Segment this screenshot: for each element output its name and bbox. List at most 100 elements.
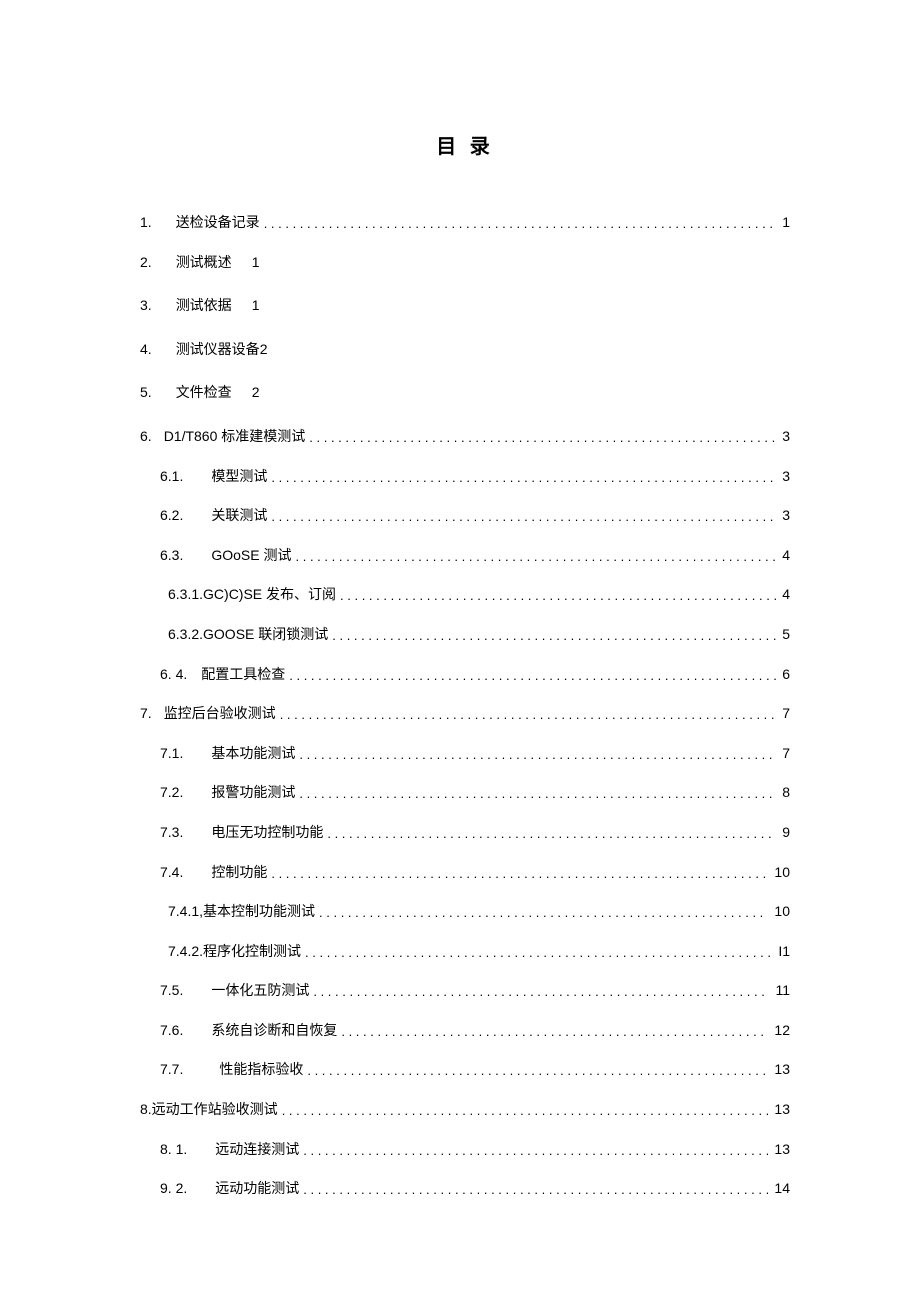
toc-dot-leader <box>299 784 776 804</box>
toc-entry: 7.7. 性能指标验收13 <box>140 1060 790 1080</box>
toc-entry-page: 13 <box>772 1100 790 1120</box>
toc-entry-number: 7.1. <box>160 744 211 764</box>
toc-entry-label: 6.3.1.GC)C)SE 发布、订阅 <box>168 585 336 605</box>
toc-dot-leader <box>319 903 768 923</box>
toc-entry-number: 2. <box>140 253 176 273</box>
toc-entry-page: 3 <box>780 427 790 447</box>
toc-entry-page: 13 <box>772 1060 790 1080</box>
toc-entry-page: 10 <box>772 902 790 922</box>
toc-entry-page: 3 <box>780 506 790 526</box>
toc-entry: 7.4.1,基本控制功能测试 10 <box>140 902 790 922</box>
toc-entry: 8.远动工作站验收测试 13 <box>140 1100 790 1120</box>
toc-entry-number: 7. <box>140 704 164 724</box>
toc-entry-label: 7.4.1,基本控制功能测试 <box>168 902 315 922</box>
toc-entry-page: 4 <box>780 585 790 605</box>
toc-dot-leader <box>309 428 776 448</box>
toc-dot-leader <box>299 745 776 765</box>
toc-entry: 6.2.关联测试 3 <box>140 506 790 526</box>
toc-dot-leader <box>341 1022 768 1042</box>
toc-entry-label: D1/T860 标准建模测试 <box>164 427 306 447</box>
toc-entry: 5.文件检查2 <box>140 383 790 403</box>
toc-entry-page: 6 <box>780 665 790 685</box>
toc-entry: 6.3.1.GC)C)SE 发布、订阅 4 <box>140 585 790 605</box>
toc-entry-number: 7.2. <box>160 783 211 803</box>
toc-entry-page: 3 <box>780 467 790 487</box>
toc-entry-label: 远动连接测试 <box>215 1140 299 1160</box>
toc-entry-label: 监控后台验收测试 <box>164 704 276 724</box>
toc-title: 目 录 <box>140 130 790 159</box>
toc-entry: 3.测试依据1 <box>140 296 790 316</box>
toc-entry-number: 9. 2. <box>160 1179 215 1199</box>
toc-dot-leader <box>271 507 776 527</box>
toc-entry-page: 12 <box>772 1021 790 1041</box>
toc-entry-label: 报警功能测试 <box>211 783 295 803</box>
toc-dot-leader <box>280 705 777 725</box>
toc-entry-number: 7.5. <box>160 981 211 1001</box>
toc-entry-number: 7.3. <box>160 823 211 843</box>
toc-entry-page: 7 <box>780 704 790 724</box>
toc-entry-label: 测试仪器设备 <box>176 340 260 360</box>
toc-entry-label: 电压无功控制功能 <box>211 823 323 843</box>
toc-dot-leader <box>303 1180 768 1200</box>
toc-entry: 7.2.报警功能测试 8 <box>140 783 790 803</box>
toc-entry-label: 关联测试 <box>211 506 267 526</box>
toc-entry: 9. 2.远动功能测试 14 <box>140 1179 790 1199</box>
toc-entry-page: 5 <box>780 625 790 645</box>
toc-entry-label: 一体化五防测试 <box>211 981 309 1001</box>
toc-entry: 7.3.电压无功控制功能 9 <box>140 823 790 843</box>
toc-entry: 7.5.一体化五防测试 11 <box>140 981 790 1001</box>
toc-entry-page: 1 <box>252 296 260 316</box>
toc-entry-number: 3. <box>140 296 176 316</box>
toc-dot-leader <box>271 864 768 884</box>
toc-entry: 8. 1.远动连接测试13 <box>140 1140 790 1160</box>
toc-entry-page: 10 <box>772 863 790 883</box>
toc-entry-label: 系统自诊断和自恢复 <box>211 1021 337 1041</box>
toc-entry-number: 6.3. <box>160 546 211 566</box>
toc-entry-page: 7 <box>780 744 790 764</box>
toc-entry: 4.测试仪器设备2 <box>140 340 790 360</box>
toc-entry: 7.监控后台验收测试 7 <box>140 704 790 724</box>
toc-entry-label: 8.远动工作站验收测试 <box>140 1100 278 1120</box>
toc-entry-number: 7.4. <box>160 863 211 883</box>
toc-entry-page: 1 <box>252 253 260 273</box>
toc-entry-number: 7.6. <box>160 1021 211 1041</box>
toc-entry-label: 配置工具检查 <box>201 665 285 685</box>
toc-entry-page: 8 <box>780 783 790 803</box>
toc-entry: 6.3.GOoSE 测试4 <box>140 546 790 566</box>
toc-entry-label: 模型测试 <box>211 467 267 487</box>
toc-entry: 6.1.模型测试3 <box>140 467 790 487</box>
toc-entry-page: 14 <box>772 1179 790 1199</box>
toc-entry-label: 测试概述 <box>176 253 232 273</box>
toc-entry-page: 13 <box>772 1140 790 1160</box>
table-of-contents: 1.送检设备记录12.测试概述13.测试依据14.测试仪器设备25.文件检查26… <box>140 213 790 1199</box>
toc-entry-number: 7.7. <box>160 1060 211 1080</box>
toc-dot-leader <box>332 626 776 646</box>
toc-entry: 6.3.2.GOOSE 联闭锁测试 5 <box>140 625 790 645</box>
toc-entry-number: 6. <box>140 427 164 447</box>
toc-entry-page: 1 <box>780 213 790 233</box>
toc-entry-number: 6.2. <box>160 506 211 526</box>
toc-entry: 7.1.基本功能测试7 <box>140 744 790 764</box>
toc-entry-label: 送检设备记录 <box>176 213 260 233</box>
toc-entry-number: 1. <box>140 213 176 233</box>
toc-dot-leader <box>303 1141 768 1161</box>
toc-entry-page: 9 <box>780 823 790 843</box>
toc-entry-page: 2 <box>252 383 260 403</box>
toc-entry-label: 文件检查 <box>176 383 232 403</box>
toc-entry-page: 11 <box>773 981 790 1001</box>
toc-entry: 6. 4.配置工具检查6 <box>140 665 790 685</box>
toc-entry: 7.4.控制功能 10 <box>140 863 790 883</box>
toc-entry: 1.送检设备记录 1 <box>140 213 790 233</box>
toc-entry-label: GOoSE 测试 <box>211 546 291 566</box>
toc-entry-label: 6.3.2.GOOSE 联闭锁测试 <box>168 625 328 645</box>
toc-dot-leader <box>282 1101 769 1121</box>
toc-dot-leader <box>264 214 777 234</box>
toc-entry-number: 4. <box>140 340 176 360</box>
toc-entry: 2.测试概述 1 <box>140 253 790 273</box>
toc-entry-label: 控制功能 <box>211 863 267 883</box>
toc-dot-leader <box>296 547 777 567</box>
toc-dot-leader <box>305 943 772 963</box>
toc-entry-page: I1 <box>776 942 790 962</box>
toc-entry: 6.D1/T860 标准建模测试 3 <box>140 427 790 447</box>
toc-entry-label: 远动功能测试 <box>215 1179 299 1199</box>
